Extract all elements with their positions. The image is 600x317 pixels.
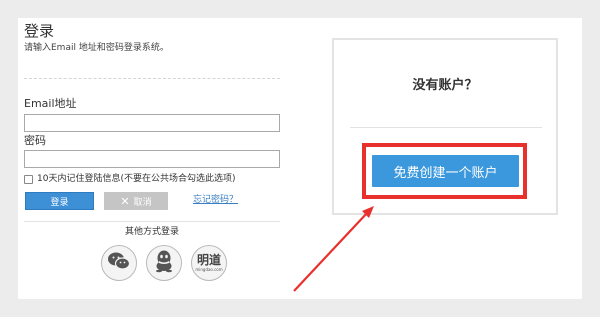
login-button[interactable]: 登录 bbox=[25, 192, 94, 210]
section-divider bbox=[24, 221, 280, 222]
password-field[interactable] bbox=[24, 150, 280, 168]
no-account-text: 没有账户？ bbox=[412, 78, 478, 93]
login-title: 登录 bbox=[24, 22, 55, 40]
mingdao-icon: 明道 bbox=[196, 253, 221, 267]
close-icon: ✕ bbox=[120, 194, 130, 208]
qq-icon bbox=[153, 249, 175, 277]
wechat-icon bbox=[107, 250, 131, 276]
mingdao-url-text: mingdao.com bbox=[195, 267, 223, 272]
other-login-label: 其他方式登录 bbox=[124, 227, 179, 237]
remember-label: 10天内记住登陆信息(不要在公共场合勾选此选项) bbox=[37, 174, 236, 184]
wechat-login-button[interactable] bbox=[101, 245, 137, 281]
password-label: 密码 bbox=[24, 134, 46, 147]
email-field[interactable] bbox=[24, 114, 280, 132]
remember-row: 10天内记住登陆信息(不要在公共场合勾选此选项) bbox=[24, 174, 235, 185]
forgot-password-link[interactable]: 忘记密码？ bbox=[193, 195, 238, 206]
login-section: 登录 请输入Email 地址和密码登录系统。 Email地址 密码 10天内记住… bbox=[24, 22, 280, 281]
mingdao-login-button[interactable]: 明道 mingdao.com bbox=[191, 245, 227, 281]
login-divider bbox=[24, 78, 280, 79]
signup-divider bbox=[350, 127, 542, 128]
create-account-button[interactable]: 免费创建一个账户 bbox=[372, 155, 519, 187]
cancel-button[interactable]: ✕ 取消 bbox=[104, 192, 168, 210]
login-button-label: 登录 bbox=[50, 197, 69, 208]
create-account-label: 免费创建一个账户 bbox=[393, 165, 498, 181]
remember-checkbox[interactable] bbox=[24, 175, 33, 184]
cancel-button-label: 取消 bbox=[133, 197, 152, 208]
login-subtitle: 请输入Email 地址和密码登录系统。 bbox=[24, 43, 169, 53]
red-arrow-annotation bbox=[293, 206, 374, 292]
email-label: Email地址 bbox=[24, 97, 77, 110]
qq-login-button[interactable] bbox=[146, 245, 182, 281]
